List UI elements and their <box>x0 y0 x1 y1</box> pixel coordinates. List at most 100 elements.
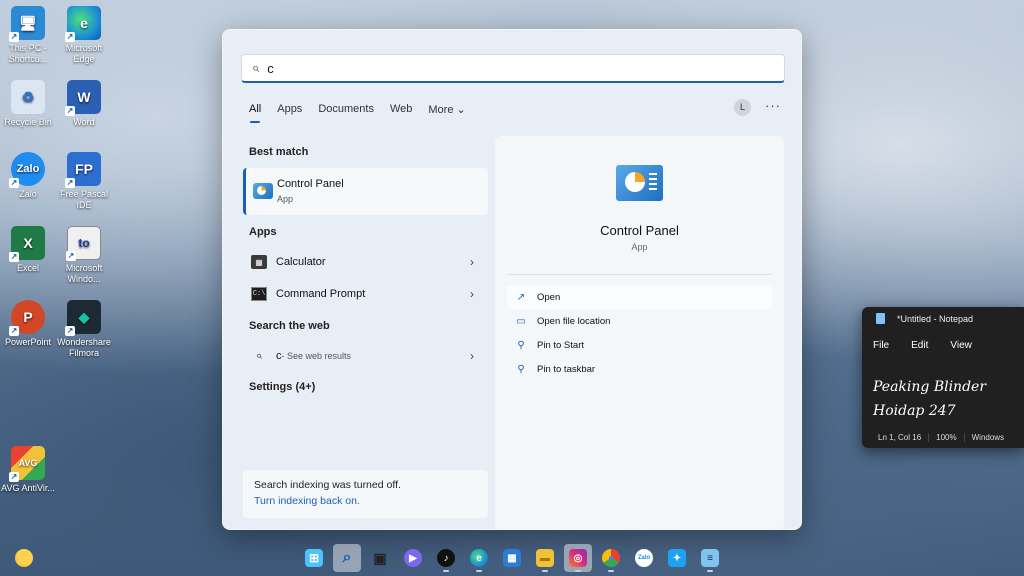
desktop-icon-zalo[interactable]: Zalo ↗ Zalo <box>0 152 56 200</box>
search-button[interactable]: ⌕ <box>333 544 361 572</box>
notepad-text-area[interactable]: Peaking Blinder Hoidap 247 <box>873 375 986 423</box>
status-zoom: 100% <box>929 433 965 442</box>
detail-type: App <box>631 242 648 252</box>
menu-edit[interactable]: Edit <box>911 340 928 351</box>
notepad-icon <box>876 313 885 324</box>
edge-button[interactable]: e <box>465 544 493 572</box>
settings-header[interactable]: Settings (4+) <box>249 381 315 393</box>
twitter-button[interactable]: ✦ <box>663 544 691 572</box>
desktop-icon-excel[interactable]: X ↗ Excel <box>0 226 56 274</box>
desktop-icon-microsoft-windows[interactable]: to ↗ Microsoft Windo... <box>56 226 112 285</box>
desktop-icon-label: Recycle Bin <box>4 117 52 127</box>
web-hint: - See web results <box>281 351 352 361</box>
teams-chat-button[interactable]: ▶ <box>399 544 427 572</box>
desktop-icon-this-pc[interactable]: 🖥 ↗ This PC - Shortcu... <box>0 6 56 65</box>
tab-all[interactable]: All <box>249 103 261 123</box>
store-button[interactable]: ▦ <box>498 544 526 572</box>
task-view-button[interactable]: ▣ <box>366 544 394 572</box>
apps-header: Apps <box>249 226 277 238</box>
result-label: Command Prompt <box>276 288 366 300</box>
notepad-line: Peaking Blinder <box>873 379 987 395</box>
chevron-right-icon[interactable]: › <box>470 287 474 301</box>
tab-more[interactable]: More ⌄ <box>428 103 465 116</box>
tab-documents[interactable]: Documents <box>318 103 374 116</box>
desktop-icon-label: Excel <box>16 263 39 273</box>
chrome-button[interactable]: ● <box>597 544 625 572</box>
search-panel: ⌕ All Apps Documents Web More ⌄ L ··· Be… <box>222 29 802 530</box>
word-icon: W ↗ <box>65 80 101 116</box>
twitter-icon: ✦ <box>668 549 686 567</box>
notepad-status-bar: Ln 1, Col 16 100% Windows <box>862 427 1024 448</box>
notepad-window[interactable]: *Untitled - Notepad File Edit View Peaki… <box>862 307 1024 448</box>
search-web-header: Search the web <box>249 320 330 332</box>
search-icon: ⌕ <box>342 549 352 566</box>
zalo-button[interactable]: Zalo <box>630 544 658 572</box>
desktop-icon-word[interactable]: W ↗ Word <box>56 80 112 128</box>
status-eol: Windows <box>971 433 1005 442</box>
windows-icon: ⊞ <box>305 549 323 567</box>
result-command-prompt[interactable]: C:\ Command Prompt › <box>243 280 488 308</box>
zalo-icon: Zalo ↗ <box>9 152 45 188</box>
windows-app-icon: to ↗ <box>66 226 101 261</box>
search-icon: ⌕ <box>252 60 260 75</box>
desktop-icon-filmora[interactable]: ◆ ↗ Wondershare Filmora <box>56 300 112 359</box>
instagram-icon: ◎ <box>569 549 587 567</box>
menu-file[interactable]: File <box>873 340 889 351</box>
start-button[interactable]: ⊞ <box>300 544 328 572</box>
pin-icon: ⚲ <box>517 340 525 351</box>
instagram-button[interactable]: ◎ <box>564 544 592 572</box>
action-pin-to-start[interactable]: ⚲ Pin to Start <box>507 334 772 357</box>
desktop-icon-label: Microsoft Edge <box>65 43 103 64</box>
notepad-button[interactable]: ≡ <box>696 544 724 572</box>
folder-icon: ▬ <box>536 549 554 567</box>
avatar[interactable]: L <box>734 99 751 116</box>
tiktok-button[interactable]: ♪ <box>432 544 460 572</box>
detail-pane: Control Panel App ↗ Open ▭ Open file loc… <box>495 136 784 530</box>
desktop-icon-label: AVG AntiVir... <box>1 483 55 493</box>
action-label: Pin to Start <box>537 340 584 351</box>
chevron-right-icon[interactable]: › <box>470 255 474 269</box>
action-label: Open file location <box>537 316 611 327</box>
zalo-icon: Zalo <box>635 549 653 567</box>
desktop-icon-avg[interactable]: AVG ↗ AVG AntiVir... <box>0 446 56 494</box>
action-open-file-location[interactable]: ▭ Open file location <box>507 310 772 333</box>
desktop-icon-label: Microsoft Windo... <box>65 263 103 284</box>
search-box[interactable]: ⌕ <box>241 54 785 83</box>
action-open[interactable]: ↗ Open <box>507 286 772 309</box>
file-explorer-button[interactable]: ▬ <box>531 544 559 572</box>
notepad-title: *Untitled - Notepad <box>897 314 974 324</box>
menu-view[interactable]: View <box>950 340 972 351</box>
best-match-result[interactable]: Control Panel App <box>243 168 488 215</box>
search-input[interactable] <box>267 60 748 76</box>
desktop-icon-recycle-bin[interactable]: ♻ Recycle Bin <box>0 80 56 128</box>
chevron-right-icon[interactable]: › <box>470 349 474 363</box>
excel-icon: X ↗ <box>9 226 45 262</box>
turn-indexing-on-link[interactable]: Turn indexing back on. <box>254 495 477 507</box>
desktop-icon-free-pascal[interactable]: FP ↗ Free Pascal IDE <box>56 152 112 211</box>
desktop-icon-label: Free Pascal IDE <box>59 189 109 210</box>
search-icon: ⌕ <box>255 349 263 362</box>
desktop-icon-label: Word <box>73 117 95 127</box>
edge-icon: e <box>470 549 488 567</box>
tab-apps[interactable]: Apps <box>277 103 302 116</box>
notepad-icon: ≡ <box>701 549 719 567</box>
desktop-icon-powerpoint[interactable]: P ↗ PowerPoint <box>0 300 56 348</box>
divider <box>507 274 772 275</box>
free-pascal-icon: FP ↗ <box>65 152 101 188</box>
store-icon: ▦ <box>503 549 521 567</box>
status-position: Ln 1, Col 16 <box>862 433 930 442</box>
result-web-search[interactable]: ⌕ c - See web results › <box>243 342 488 370</box>
action-label: Pin to taskbar <box>537 364 596 375</box>
best-match-name: Control Panel <box>277 178 344 190</box>
action-pin-to-taskbar[interactable]: ⚲ Pin to taskbar <box>507 358 772 381</box>
desktop-icon-label: This PC - Shortcu... <box>8 43 48 64</box>
folder-icon: ▭ <box>516 316 526 327</box>
tab-web[interactable]: Web <box>390 103 412 116</box>
result-calculator[interactable]: ▦ Calculator › <box>243 248 488 276</box>
recycle-bin-icon: ♻ <box>11 80 45 114</box>
result-label: Calculator <box>276 256 326 268</box>
control-panel-icon <box>616 165 663 201</box>
desktop-icon-edge[interactable]: e ↗ Microsoft Edge <box>56 6 112 65</box>
more-options-button[interactable]: ··· <box>765 98 781 113</box>
best-match-header: Best match <box>249 146 309 158</box>
